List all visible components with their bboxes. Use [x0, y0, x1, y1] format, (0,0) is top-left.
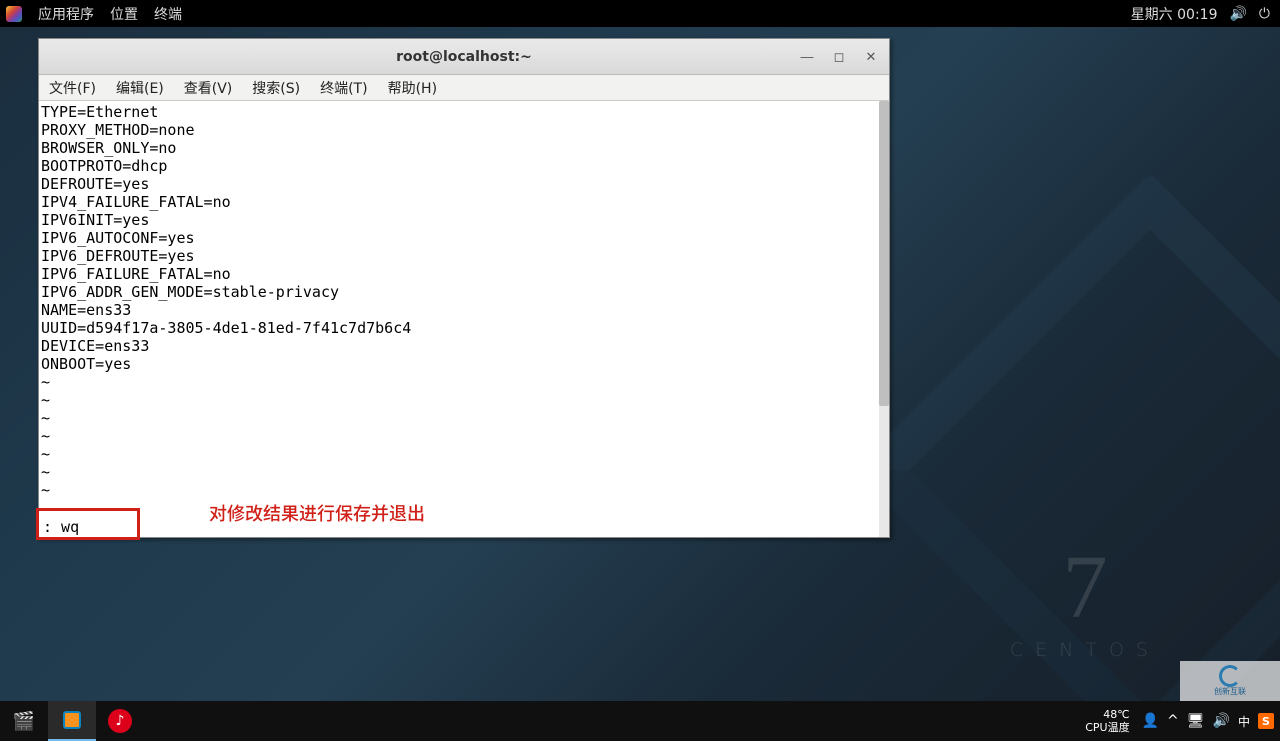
window-title: root@localhost:~ [39, 49, 889, 65]
menu-view[interactable]: 查看(V) [174, 78, 243, 98]
power-icon[interactable]: ⏻ [1259, 6, 1270, 22]
menu-help[interactable]: 帮助(H) [378, 78, 447, 98]
corner-watermark: 创新互联 [1180, 661, 1280, 701]
menu-search[interactable]: 搜索(S) [242, 78, 310, 98]
menu-applications[interactable]: 应用程序 [38, 4, 94, 24]
volume-icon[interactable]: 🔊 [1229, 6, 1246, 22]
maximize-button[interactable]: ◻ [825, 45, 853, 69]
menu-file[interactable]: 文件(F) [39, 78, 106, 98]
sogou-icon[interactable]: S [1258, 713, 1274, 729]
taskbar-app-video[interactable]: 🎬 [0, 701, 48, 741]
people-icon[interactable]: 👤 [1142, 713, 1159, 729]
vmware-icon [63, 711, 81, 729]
menu-places[interactable]: 位置 [110, 4, 138, 24]
terminal-window: root@localhost:~ — ◻ ✕ 文件(F) 编辑(E) 查看(V)… [38, 38, 890, 538]
vi-command-line[interactable]: : wq [39, 517, 79, 537]
tray-chevron-icon[interactable]: ^ [1167, 713, 1179, 729]
editor-content: TYPE=Ethernet PROXY_METHOD=none BROWSER_… [39, 101, 889, 499]
cpu-temp-widget[interactable]: 48℃ CPU温度 [1085, 708, 1129, 734]
minimize-button[interactable]: — [793, 45, 821, 69]
gnome-top-panel: 应用程序 位置 终端 星期六 00:19 🔊 ⏻ [0, 0, 1280, 27]
terminal-scrollbar[interactable] [879, 101, 889, 537]
ime-indicator[interactable]: 中 [1238, 713, 1250, 730]
menu-edit[interactable]: 编辑(E) [106, 78, 174, 98]
close-button[interactable]: ✕ [857, 45, 885, 69]
taskbar-app-netease[interactable]: ♪ [96, 701, 144, 741]
panel-clock[interactable]: 星期六 00:19 [1131, 4, 1218, 24]
windows-taskbar: 🎬 ♪ 48℃ CPU温度 👤 ^ 🖥 🔊 中 S [0, 701, 1280, 741]
window-titlebar[interactable]: root@localhost:~ — ◻ ✕ [39, 39, 889, 75]
display-icon[interactable]: 🖥 [1187, 713, 1205, 729]
menu-terminal[interactable]: 终端 [154, 4, 182, 24]
terminal-menubar: 文件(F) 编辑(E) 查看(V) 搜索(S) 终端(T) 帮助(H) [39, 75, 889, 101]
centos-bg-logo [940, 260, 1280, 680]
system-menu-icon[interactable] [6, 6, 22, 22]
terminal-body[interactable]: TYPE=Ethernet PROXY_METHOD=none BROWSER_… [39, 101, 889, 537]
scrollbar-thumb[interactable] [879, 101, 889, 406]
clapperboard-icon: 🎬 [12, 709, 36, 733]
taskbar-app-vmware[interactable] [48, 701, 96, 741]
tray-volume-icon[interactable]: 🔊 [1213, 713, 1230, 729]
netease-music-icon: ♪ [108, 709, 132, 733]
annotation-text: 对修改结果进行保存并退出 [209, 500, 425, 526]
menu-terminal[interactable]: 终端(T) [310, 78, 377, 98]
